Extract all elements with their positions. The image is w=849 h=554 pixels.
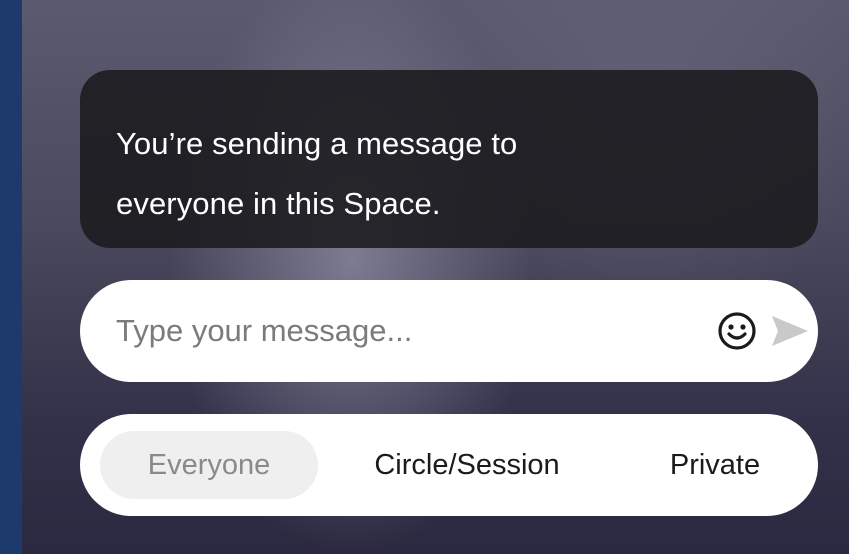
emoji-button[interactable] [716, 310, 758, 352]
send-button[interactable] [770, 314, 810, 348]
notice-line-1: You’re sending a message to [116, 126, 518, 161]
paper-plane-send-icon [772, 316, 808, 346]
audience-option-circle-session[interactable]: Circle/Session [342, 431, 592, 499]
message-input[interactable] [116, 308, 596, 354]
broadcast-notice: You’re sending a message to everyone in … [80, 70, 818, 248]
chat-panel: You’re sending a message to everyone in … [22, 0, 849, 554]
audience-selector: Everyone Circle/Session Private [80, 414, 818, 516]
smiley-face-icon [718, 312, 756, 350]
message-composer [80, 280, 818, 382]
audience-option-everyone[interactable]: Everyone [100, 431, 318, 499]
notice-line-2: everyone in this Space. [116, 186, 441, 221]
audience-option-private[interactable]: Private [640, 431, 790, 499]
